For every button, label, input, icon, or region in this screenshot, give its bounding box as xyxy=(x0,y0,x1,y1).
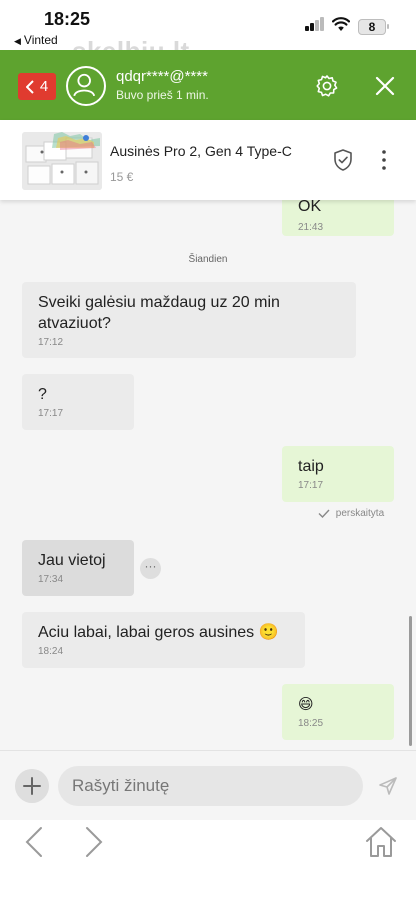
message-bubble: 😄 18:25 xyxy=(282,684,394,740)
plus-icon[interactable] xyxy=(15,769,49,803)
read-status-label: perskaityta xyxy=(335,508,385,519)
message-text: 😄 xyxy=(298,696,314,713)
wifi-icon xyxy=(332,17,350,31)
chevron-left-icon xyxy=(25,79,34,94)
message-text: Sveiki galėsiu maždaug uz 20 min atvaziu… xyxy=(38,294,280,332)
message-bubble: Aciu labai, labai geros ausines 🙂 18:24 xyxy=(22,612,305,668)
browser-navigation xyxy=(0,820,416,900)
date-separator: Šiandien xyxy=(188,254,228,265)
battery-tip xyxy=(387,24,389,29)
chat-header: 4 qdqr****@**** Buvo prieš 1 min. xyxy=(0,50,416,120)
listing-thumbnail[interactable] xyxy=(22,132,102,190)
check-icon xyxy=(318,509,330,519)
chat-username: qdqr****@**** xyxy=(116,68,208,85)
last-seen: Buvo prieš 1 min. xyxy=(116,88,209,102)
back-button[interactable]: 4 xyxy=(18,73,56,100)
message-bubble: ? 17:17 xyxy=(22,374,134,430)
message-input-bar xyxy=(0,750,416,820)
message-text: taip xyxy=(298,458,324,475)
message-time: 17:34 xyxy=(38,574,64,585)
close-icon[interactable] xyxy=(374,75,396,97)
chat-scrollbar[interactable] xyxy=(409,616,412,746)
listing-title[interactable]: Ausinės Pro 2, Gen 4 Type-C xyxy=(110,143,310,159)
home-icon[interactable] xyxy=(364,824,398,860)
listing-price: 15 € xyxy=(110,170,134,184)
message-time: 21:43 xyxy=(298,222,324,233)
shield-check-icon[interactable] xyxy=(332,148,354,172)
message-text: Aciu labai, labai geros ausines 🙂 xyxy=(38,624,279,641)
message-input[interactable] xyxy=(58,766,363,806)
message-time: 17:17 xyxy=(38,408,64,419)
message-time: 18:25 xyxy=(298,718,324,729)
nav-back-icon[interactable] xyxy=(22,824,46,860)
send-icon[interactable] xyxy=(378,776,398,796)
listing-bar[interactable]: Ausinės Pro 2, Gen 4 Type-C 15 € xyxy=(0,120,416,200)
gear-icon[interactable] xyxy=(315,74,339,98)
back-triangle-icon: ◀ xyxy=(14,36,21,46)
back-app-label: Vinted xyxy=(23,33,58,47)
message-text: OK xyxy=(298,200,322,215)
status-bar: 18:25 ◀Vinted skelbiu.lt 8 xyxy=(0,0,416,66)
more-vertical-icon[interactable] xyxy=(378,148,390,172)
message-time: 17:17 xyxy=(298,480,324,491)
battery-indicator: 8 xyxy=(358,19,386,35)
user-icon[interactable] xyxy=(66,66,106,106)
back-to-app[interactable]: ◀ Vinted xyxy=(14,33,58,47)
product-image xyxy=(22,132,102,190)
message-bubble[interactable]: Jau vietoj 17:34 xyxy=(22,540,134,596)
message-bubble: OK 21:43 xyxy=(282,200,394,236)
message-text: Jau vietoj xyxy=(38,552,106,569)
read-status: perskaityta xyxy=(318,508,384,519)
message-time: 18:24 xyxy=(38,646,64,657)
status-time: 18:25 xyxy=(44,9,91,29)
message-text: ? xyxy=(38,386,47,403)
message-time: 17:12 xyxy=(38,337,64,348)
message-bubble: taip 17:17 xyxy=(282,446,394,502)
message-options-button[interactable]: ··· xyxy=(140,558,161,579)
message-bubble: Sveiki galėsiu maždaug uz 20 min atvaziu… xyxy=(22,282,356,358)
message-list[interactable]: OK 21:43 Šiandien Sveiki galėsiu maždaug… xyxy=(0,200,416,750)
signal-icon xyxy=(305,17,325,31)
nav-forward-icon[interactable] xyxy=(82,824,106,860)
unread-count: 4 xyxy=(39,78,49,95)
